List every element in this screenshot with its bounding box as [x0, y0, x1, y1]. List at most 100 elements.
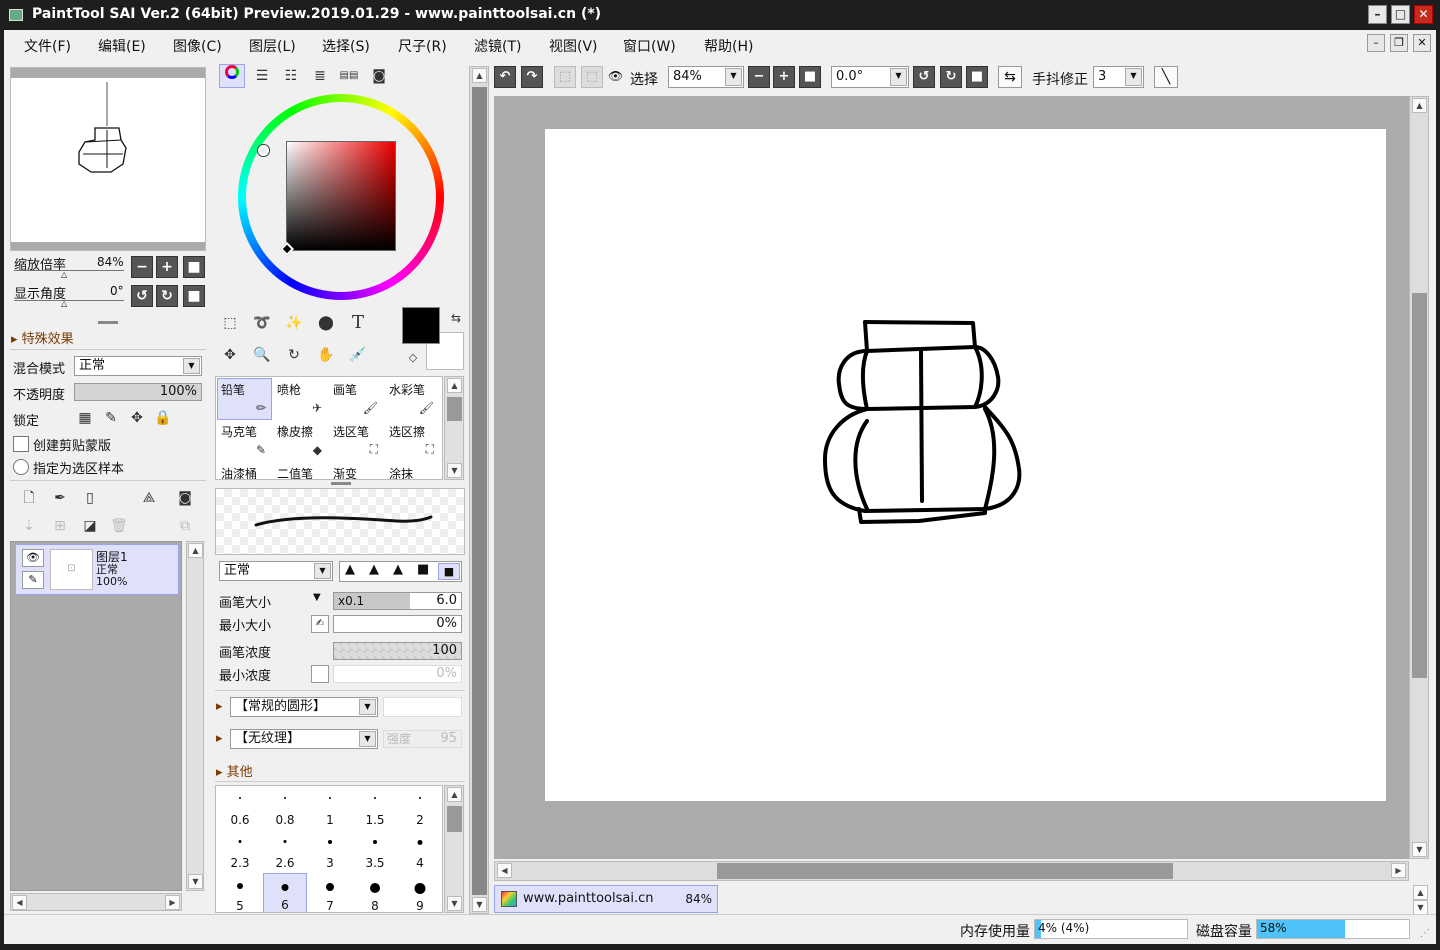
edge-hardest-icon[interactable]: ■	[438, 563, 460, 580]
undo-icon[interactable]: ↶	[494, 66, 516, 88]
brush-smudge[interactable]: 涂抹	[385, 462, 440, 479]
rotate-right-icon[interactable]: ↻	[156, 285, 178, 307]
eyedropper-icon[interactable]: 💉	[346, 343, 370, 367]
min-density-slider[interactable]: 0%	[333, 665, 462, 683]
clipping-checkbox[interactable]	[13, 436, 29, 452]
layer-hscroll[interactable]: ◀ ▶	[10, 893, 182, 911]
menu-file[interactable]: 文件(F)	[24, 36, 71, 56]
line-stroke-icon[interactable]: ╲	[1154, 66, 1178, 88]
brush-marker[interactable]: 马克笔 ✎	[217, 420, 272, 462]
brush-eraser[interactable]: 橡皮擦 ◆	[273, 420, 328, 462]
rotate-right-icon[interactable]: ↻	[940, 66, 962, 88]
scroll-right-icon[interactable]: ▶	[165, 895, 180, 910]
size-dropdown-icon[interactable]: ▼	[313, 592, 321, 603]
menu-image[interactable]: 图像(C)	[173, 36, 222, 56]
angle-reset-button[interactable]: ■	[183, 285, 205, 307]
move-icon[interactable]: ✥	[218, 343, 242, 367]
redo-icon[interactable]: ↷	[521, 66, 543, 88]
scroll-up-icon[interactable]: ▲	[447, 378, 462, 393]
shape-strength-field[interactable]	[383, 697, 462, 717]
brush-size-3[interactable]: 3	[308, 830, 352, 872]
menu-filter[interactable]: 滤镜(T)	[474, 36, 521, 56]
zoom-reset-button[interactable]: ■	[183, 256, 205, 278]
menu-select[interactable]: 选择(S)	[322, 36, 370, 56]
apply-mask-icon[interactable]: ⧉	[173, 514, 197, 538]
lock-all-icon[interactable]: 🔒	[152, 406, 174, 430]
brush-binary[interactable]: 二值笔	[273, 462, 328, 479]
brush-size-4[interactable]: 4	[398, 830, 442, 872]
zoom-out-button[interactable]: −	[131, 256, 153, 278]
new-layer-icon[interactable]: 🗋	[17, 486, 41, 510]
triangle-right-icon[interactable]: ▸	[216, 731, 223, 746]
hue-marker[interactable]	[258, 145, 269, 156]
maximize-button[interactable]: □	[1391, 5, 1410, 24]
pressure-size-icon[interactable]: ✍	[311, 615, 329, 633]
zoom-in-button[interactable]: +	[773, 66, 795, 88]
triangle-right-icon[interactable]: ▸	[216, 699, 223, 714]
menu-ruler[interactable]: 尺子(R)	[398, 36, 447, 56]
eye-icon[interactable]: 👁	[22, 549, 44, 567]
opacity-slider[interactable]: 100%	[74, 383, 202, 401]
brush-mode-select[interactable]: 正常 ▼	[219, 561, 333, 581]
brush-size-1-5[interactable]: 1.5	[353, 787, 397, 829]
canvas-vscrollbar[interactable]: ▲ ▼	[1409, 96, 1429, 859]
mdi-close-button[interactable]: ✕	[1413, 34, 1431, 52]
stabilizer-select[interactable]: 3 ▼	[1093, 66, 1144, 88]
brush-airbrush[interactable]: 喷枪 ✈	[273, 378, 328, 420]
color-wheel-tab[interactable]	[219, 64, 245, 88]
shape-icon[interactable]: ⬤	[314, 311, 338, 335]
hand-icon[interactable]: ✋	[314, 343, 338, 367]
eye-icon[interactable]: 👁	[608, 69, 623, 83]
density-slider[interactable]: 100	[333, 642, 462, 660]
rotate-icon[interactable]: ↻	[282, 343, 306, 367]
brush-size-3-5[interactable]: 3.5	[353, 830, 397, 872]
canvas-paper[interactable]	[545, 129, 1386, 801]
brush-grid-scrollbar[interactable]: ▲ ▼	[444, 376, 464, 480]
merge-copy-icon[interactable]: ⊞	[48, 514, 72, 538]
effects-expander[interactable]: ▸ 特殊效果	[11, 328, 74, 347]
rgb-sliders-icon[interactable]: ☰	[250, 64, 274, 88]
primary-color-swatch[interactable]	[402, 307, 440, 344]
other-expander[interactable]: ▸ 其他	[216, 761, 253, 780]
brush-size-5[interactable]: 5	[218, 873, 262, 912]
new-folder-icon[interactable]: ▯	[78, 486, 102, 510]
scroll-up-icon[interactable]: ▲	[472, 68, 487, 83]
zoom-reset-button[interactable]: ■	[799, 66, 821, 88]
scroll-thumb[interactable]	[447, 806, 462, 832]
close-button[interactable]: ✕	[1414, 5, 1433, 24]
scroll-up-icon[interactable]: ▲	[1412, 98, 1427, 113]
angle-select[interactable]: 0.0° ▼	[831, 66, 909, 88]
brush-size-6[interactable]: 6	[263, 873, 307, 912]
brush-size-1[interactable]: 1	[308, 787, 352, 829]
scroll-down-icon[interactable]: ▼	[447, 463, 462, 478]
brush-size-2-3[interactable]: 2.3	[218, 830, 262, 872]
tabs-up-icon[interactable]: ▲	[1413, 885, 1428, 900]
scroll-thumb[interactable]	[472, 87, 487, 895]
brush-size-2[interactable]: 2	[398, 787, 442, 829]
transparent-color-icon[interactable]: ◇	[402, 346, 424, 368]
resize-grip-icon[interactable]: ⋰	[1420, 928, 1430, 939]
new-vector-layer-icon[interactable]: ✒	[48, 486, 72, 510]
pressure-density-checkbox[interactable]	[311, 665, 329, 683]
brush-gradient[interactable]: 渐变	[329, 462, 384, 479]
clear-layer-icon[interactable]: ◪	[78, 514, 102, 538]
lock-move-icon[interactable]: ✥	[126, 406, 148, 430]
text-tool-icon[interactable]: T	[346, 311, 370, 335]
zoom-out-button[interactable]: −	[748, 66, 770, 88]
brush-shape-select[interactable]: 【常规的圆形】 ▼	[230, 697, 378, 717]
lasso-icon[interactable]: ➰	[250, 311, 274, 335]
scratchpad-icon[interactable]: ◙	[367, 64, 391, 88]
zoom-select[interactable]: 84% ▼	[668, 66, 744, 88]
rect-select-icon[interactable]: ⬚	[218, 311, 242, 335]
scroll-down-icon[interactable]: ▼	[1412, 842, 1427, 857]
deselect-icon[interactable]: ⬚	[554, 66, 576, 88]
hsv-sliders-icon[interactable]: ☷	[279, 64, 303, 88]
edge-soft-icon[interactable]: ▲	[345, 562, 355, 577]
rotate-reset-button[interactable]: ■	[966, 66, 988, 88]
zoom-slider-handle[interactable]: △	[61, 270, 67, 279]
brush-size-0-6[interactable]: 0.6	[218, 787, 262, 829]
zoom-in-button[interactable]: +	[156, 256, 178, 278]
scroll-down-icon[interactable]: ▼	[447, 896, 462, 911]
panel-scrollbar[interactable]: ▲ ▼	[469, 66, 489, 914]
mdi-restore-button[interactable]: ❐	[1390, 34, 1408, 52]
